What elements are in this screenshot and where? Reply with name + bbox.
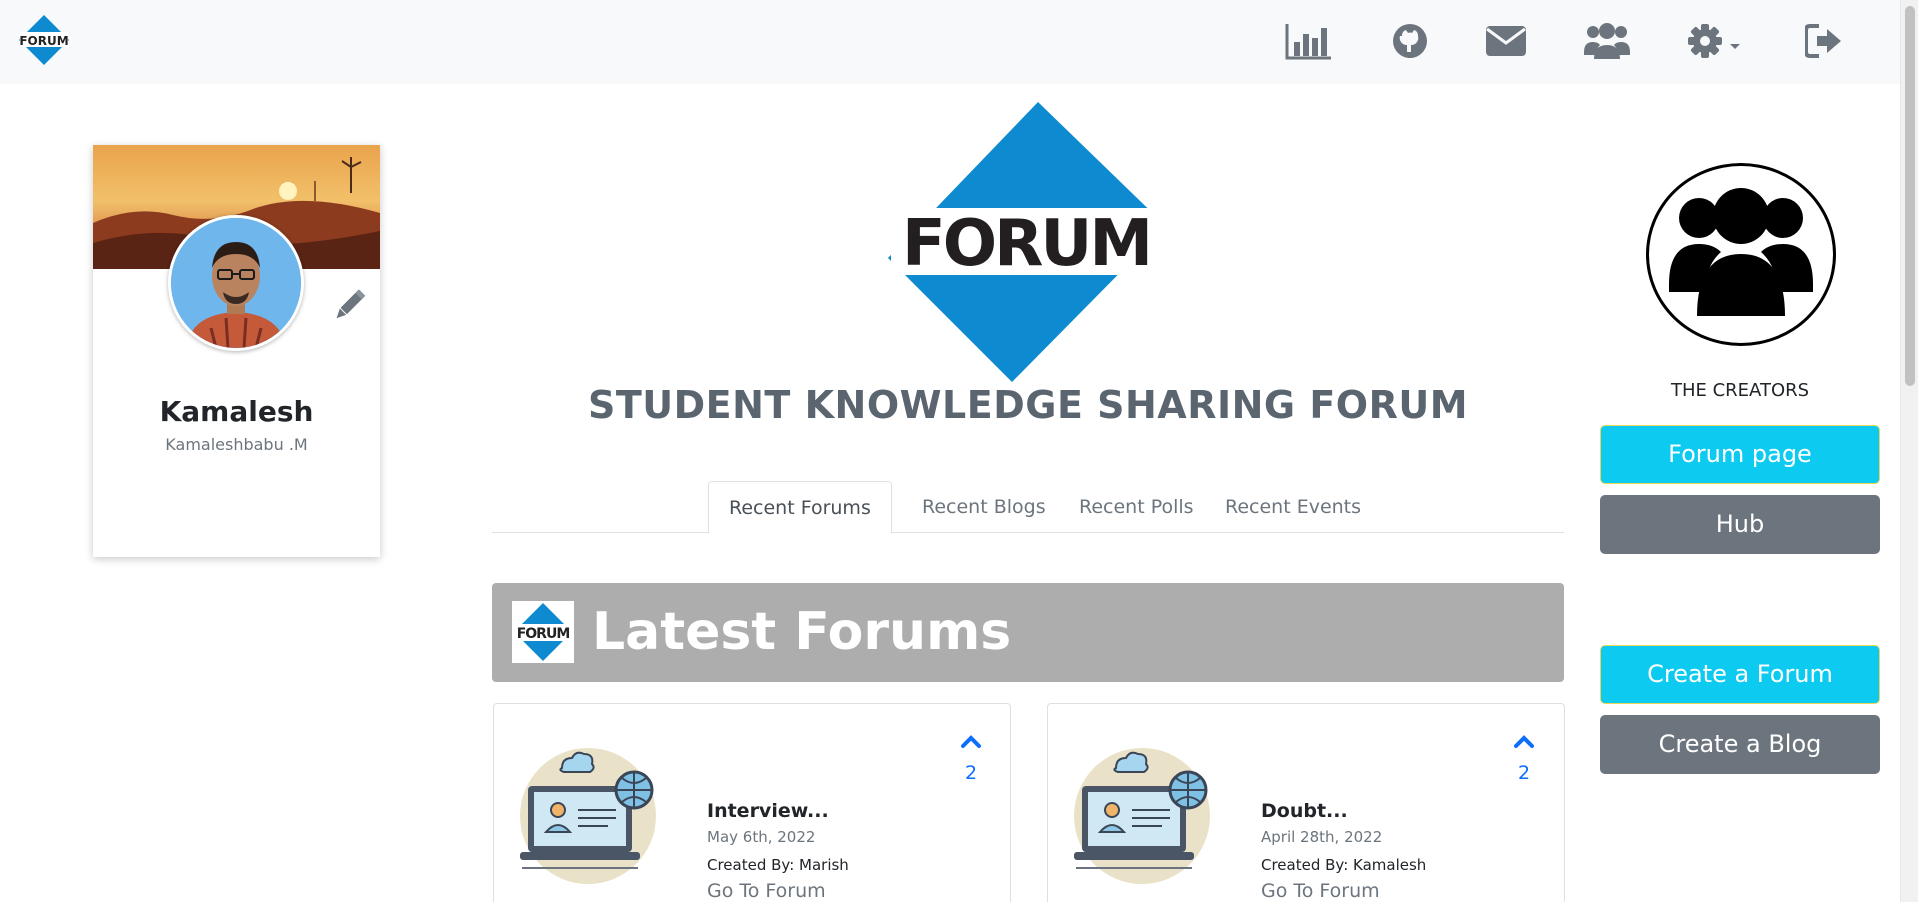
create-forum-button[interactable]: Create a Forum (1600, 645, 1880, 704)
forum-author: Created By: Kamalesh (1261, 856, 1427, 874)
forum-thumbnail (518, 744, 668, 894)
upvote-chevron-icon[interactable] (1509, 734, 1539, 753)
hub-button[interactable]: Hub (1600, 495, 1880, 554)
mail-icon[interactable] (1484, 18, 1528, 64)
forum-author: Created By: Marish (707, 856, 849, 874)
svg-text:FORUM: FORUM (19, 34, 68, 48)
forum-date: May 6th, 2022 (707, 828, 816, 846)
banner-forum-logo: FORUM (512, 601, 574, 663)
page-title: STUDENT KNOWLEDGE SHARING FORUM (587, 383, 1469, 427)
vote-count: 2 (1517, 762, 1531, 784)
go-to-forum-link[interactable]: Go To Forum (1261, 880, 1380, 902)
svg-text:FORUM: FORUM (517, 626, 570, 642)
github-icon[interactable] (1388, 18, 1432, 64)
forum-page-button[interactable]: Forum page (1600, 425, 1880, 484)
profile-name: Kamalesh (159, 395, 314, 428)
forum-card[interactable]: 2 Doubt... April 28th, 2022 Created By: … (1047, 703, 1565, 902)
avatar (168, 215, 304, 351)
forum-thumbnail (1072, 744, 1222, 894)
users-icon[interactable] (1583, 18, 1631, 64)
go-to-forum-link[interactable]: Go To Forum (707, 880, 826, 902)
tab-recent-blogs[interactable]: Recent Blogs (902, 481, 1066, 533)
forum-title: Interview... (707, 800, 829, 822)
profile-username: Kamaleshbabu .M (165, 435, 308, 454)
chart-icon[interactable] (1284, 18, 1334, 64)
upvote-chevron-icon[interactable] (956, 734, 986, 753)
logout-icon[interactable] (1804, 18, 1844, 64)
content-tabs: Recent Forums Recent Blogs Recent Polls … (492, 481, 1564, 534)
svg-text:FORUM: FORUM (902, 207, 1150, 281)
top-navbar: FORUM (0, 0, 1900, 84)
edit-profile-icon[interactable] (329, 285, 369, 325)
tab-recent-polls[interactable]: Recent Polls (1059, 481, 1214, 533)
forum-card[interactable]: 2 Interview... May 6th, 2022 Created By:… (493, 703, 1011, 902)
profile-card: Kamalesh Kamaleshbabu .M (93, 145, 380, 557)
latest-forums-title: Latest Forums (592, 602, 1012, 662)
vote-count: 2 (964, 762, 978, 784)
creators-label: THE CREATORS (1670, 380, 1810, 401)
tab-recent-forums[interactable]: Recent Forums (708, 481, 892, 534)
forum-date: April 28th, 2022 (1261, 828, 1383, 846)
latest-forums-banner: FORUM Latest Forums (492, 583, 1564, 682)
forum-title: Doubt... (1261, 800, 1348, 822)
creators-users-icon (1646, 163, 1836, 346)
scrollbar-thumb[interactable] (1905, 6, 1915, 386)
tab-recent-events[interactable]: Recent Events (1205, 481, 1381, 533)
page-scrollbar[interactable] (1900, 0, 1918, 902)
gear-dropdown-icon[interactable] (1686, 18, 1742, 64)
hero-forum-logo: FORUM (888, 100, 1168, 384)
create-blog-button[interactable]: Create a Blog (1600, 715, 1880, 774)
forum-logo[interactable]: FORUM (18, 14, 70, 66)
